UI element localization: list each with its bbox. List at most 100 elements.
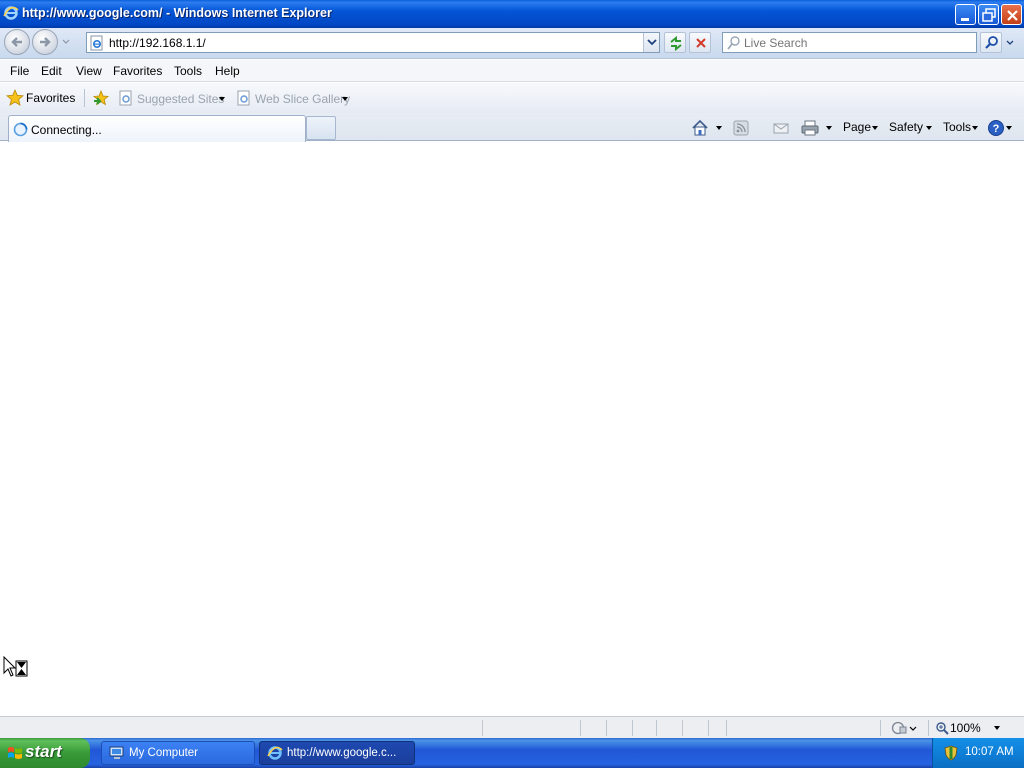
home-button[interactable] <box>690 119 722 137</box>
help-dropdown-icon[interactable] <box>1006 126 1012 130</box>
ie-icon <box>3 6 19 20</box>
favorites-button[interactable]: Favorites <box>4 88 80 108</box>
loading-spinner-icon <box>13 122 28 137</box>
window-title: http://www.google.com/ - Windows Interne… <box>22 6 332 20</box>
svg-text:?: ? <box>993 123 1000 135</box>
start-label: start <box>25 742 62 761</box>
taskbar-button-internet-explorer[interactable]: http://www.google.c... <box>259 741 415 765</box>
page-menu-button[interactable]: Page <box>843 119 879 137</box>
status-separator <box>632 720 633 736</box>
taskbar-button-my-computer[interactable]: My Computer <box>101 741 255 765</box>
address-toolbar: http://192.168.1.1/ <box>0 28 1024 59</box>
start-button[interactable]: start <box>0 738 90 768</box>
ie-page-icon <box>237 90 250 106</box>
chevron-down-icon <box>647 39 657 46</box>
tools-menu-label: Tools <box>943 120 972 134</box>
menu-view[interactable]: View <box>76 64 102 78</box>
suggested-sites-label: Suggested Sites <box>137 92 225 106</box>
feeds-button[interactable] <box>732 119 764 137</box>
add-favorite-icon[interactable] <box>92 89 112 107</box>
close-window-button[interactable] <box>1001 4 1022 25</box>
restore-button[interactable] <box>978 4 999 25</box>
menu-bar: File Edit View Favorites Tools Help <box>0 60 1024 82</box>
status-separator <box>682 720 683 736</box>
address-dropdown-button[interactable] <box>643 33 659 52</box>
safety-dropdown-icon <box>926 126 932 130</box>
search-go-icon <box>985 36 998 49</box>
computer-icon <box>109 746 124 759</box>
taskbar-label: My Computer <box>129 747 199 759</box>
refresh-button[interactable] <box>664 32 686 53</box>
help-icon: ? <box>988 120 1004 136</box>
zoom-icon <box>936 722 949 735</box>
address-bar[interactable]: http://192.168.1.1/ <box>86 32 660 53</box>
suggested-sites-link[interactable]: Suggested Sites <box>118 90 224 107</box>
web-slice-gallery-label: Web Slice Gallery <box>255 92 351 106</box>
restore-icon <box>982 8 996 22</box>
new-tab-button[interactable] <box>306 116 336 140</box>
home-dropdown-icon[interactable] <box>716 126 722 130</box>
window-title-bar[interactable]: http://www.google.com/ - Windows Interne… <box>0 0 1024 28</box>
search-input[interactable] <box>744 35 972 50</box>
zoom-level: 100% <box>950 721 981 735</box>
web-slice-gallery-dropdown-icon[interactable] <box>342 97 348 101</box>
print-dropdown-icon[interactable] <box>826 126 832 130</box>
zoom-dropdown-icon[interactable] <box>994 726 1000 730</box>
favorites-separator <box>84 89 85 107</box>
status-separator <box>656 720 657 736</box>
menu-file[interactable]: File <box>10 64 29 78</box>
refresh-icon <box>670 35 682 52</box>
home-icon <box>692 119 708 136</box>
print-icon <box>801 120 819 136</box>
tools-dropdown-icon <box>972 126 978 130</box>
favorites-label: Favorites <box>26 91 76 105</box>
status-separator <box>580 720 581 736</box>
safety-menu-button[interactable]: Safety <box>889 119 933 137</box>
feeds-icon <box>733 120 749 136</box>
protected-mode-icon[interactable] <box>890 720 918 736</box>
search-options-icon[interactable] <box>1003 32 1017 53</box>
menu-edit[interactable]: Edit <box>41 64 62 78</box>
suggested-sites-dropdown-icon[interactable] <box>219 97 225 101</box>
page-icon <box>90 35 103 51</box>
recent-pages-dropdown-icon[interactable] <box>61 37 71 47</box>
security-shield-icon[interactable] <box>943 745 959 761</box>
print-button[interactable] <box>800 119 834 137</box>
page-content-area[interactable] <box>0 142 1024 716</box>
web-slice-gallery-link[interactable]: Web Slice Gallery <box>236 90 350 107</box>
search-box[interactable] <box>722 32 977 53</box>
address-url[interactable]: http://192.168.1.1/ <box>109 36 206 50</box>
search-icon <box>727 36 740 50</box>
back-icon <box>11 37 22 47</box>
page-dropdown-icon <box>872 126 878 130</box>
ie-page-icon <box>119 90 132 106</box>
menu-help[interactable]: Help <box>215 64 240 78</box>
tools-menu-button[interactable]: Tools <box>943 119 981 137</box>
menu-favorites[interactable]: Favorites <box>113 64 162 78</box>
safety-menu-label: Safety <box>889 120 924 134</box>
status-bar: 100% <box>0 716 1024 738</box>
system-tray: 10:07 AM <box>932 738 1024 768</box>
page-menu-label: Page <box>843 120 872 134</box>
mail-icon <box>773 123 789 134</box>
menu-tools[interactable]: Tools <box>174 64 202 78</box>
close-icon <box>1007 10 1018 21</box>
status-separator <box>726 720 727 736</box>
tab-and-command-bar: Connecting... Page Safety Tools ? <box>0 113 1024 142</box>
taskbar-clock: 10:07 AM <box>965 746 1014 758</box>
search-go-button[interactable] <box>980 32 1002 53</box>
stop-button[interactable] <box>689 32 711 53</box>
forward-button[interactable] <box>32 29 58 55</box>
status-separator <box>482 720 483 736</box>
favorites-bar: Favorites Suggested Sites Web Slice Gall… <box>0 83 1024 113</box>
read-mail-button[interactable] <box>772 119 792 137</box>
help-button[interactable]: ? <box>987 119 1013 137</box>
status-separator <box>606 720 607 736</box>
hourglass-cursor-icon <box>3 656 28 677</box>
minimize-button[interactable] <box>955 4 976 25</box>
stop-icon <box>696 38 706 48</box>
status-separator <box>880 720 881 736</box>
windows-flag-icon <box>8 747 22 759</box>
tab-active[interactable]: Connecting... <box>8 115 306 142</box>
back-button[interactable] <box>4 29 30 55</box>
